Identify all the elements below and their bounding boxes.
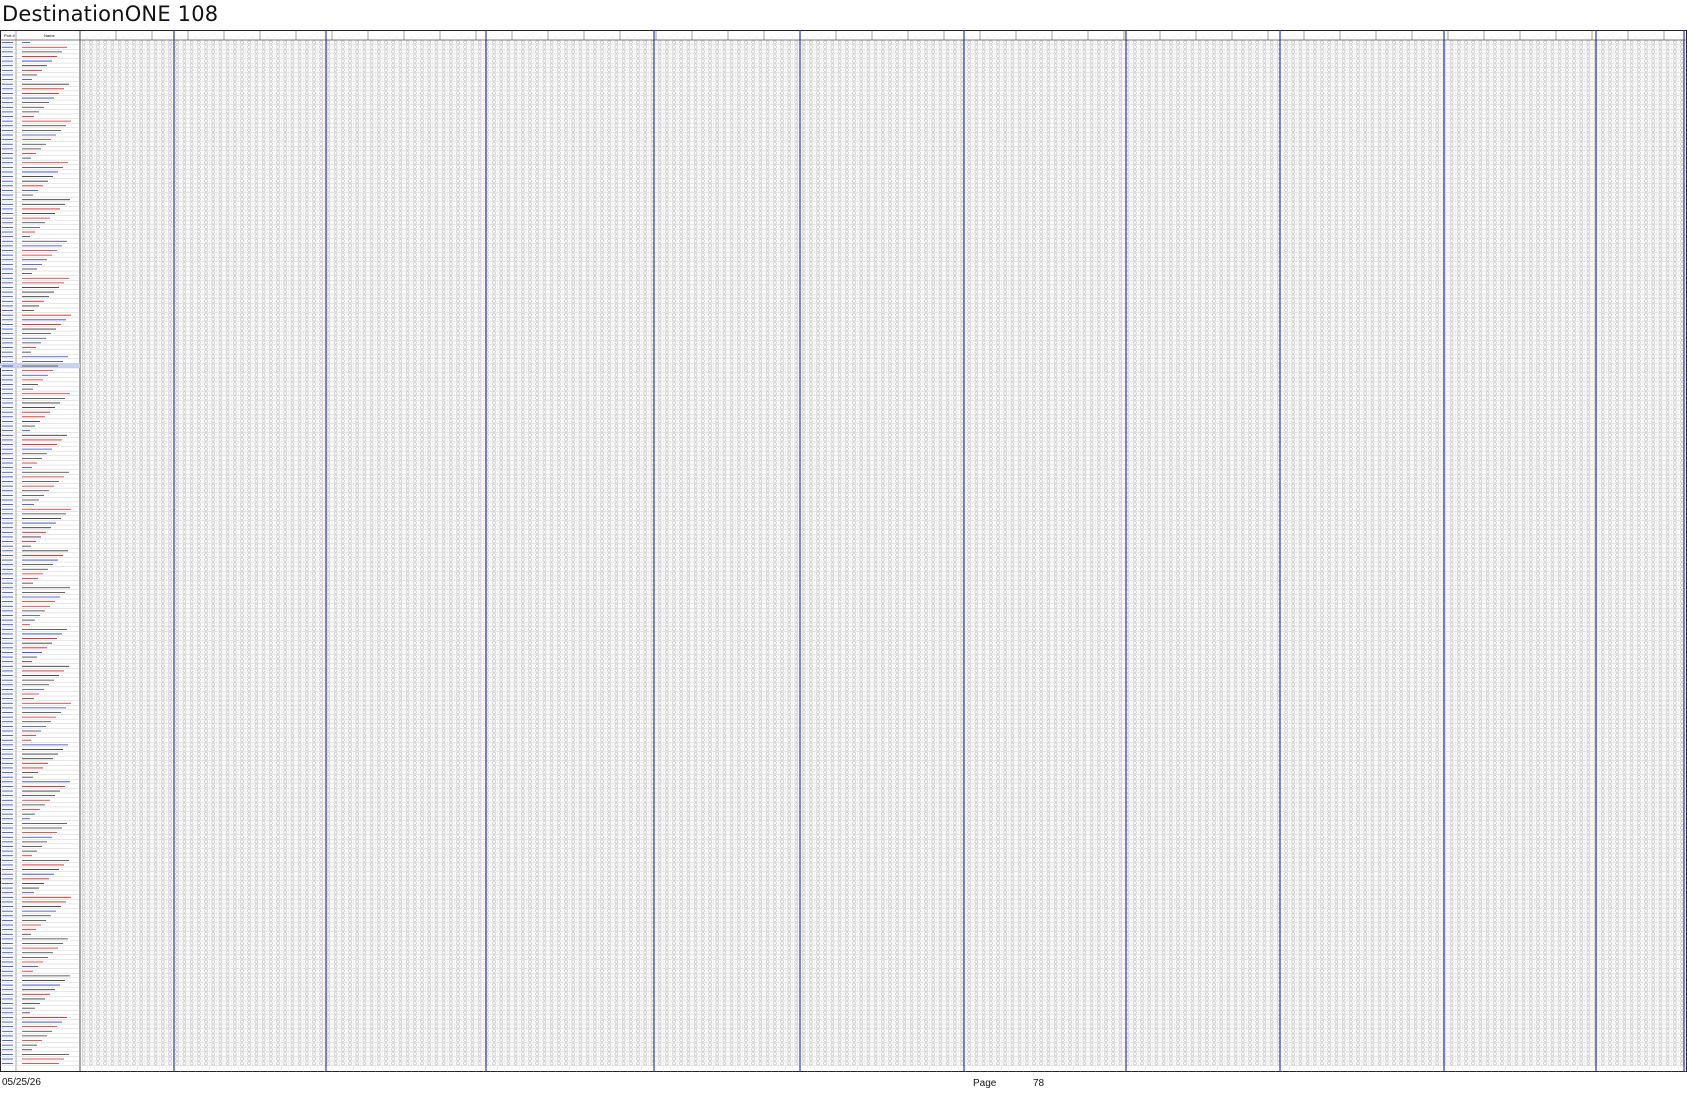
row-labels	[2, 42, 71, 1065]
footer-page-number: 78	[1033, 1078, 1045, 1089]
table-header: Port # Name	[4, 33, 55, 38]
column-header-port: Port #	[4, 33, 15, 38]
footer-page-label: Page	[973, 1078, 997, 1089]
patch-grid-table: Port # Name	[0, 30, 1687, 1072]
document-title: DestinationONE 108	[2, 2, 219, 26]
footer-date: 05/25/26	[2, 1077, 41, 1088]
column-header-name: Name	[44, 33, 55, 38]
